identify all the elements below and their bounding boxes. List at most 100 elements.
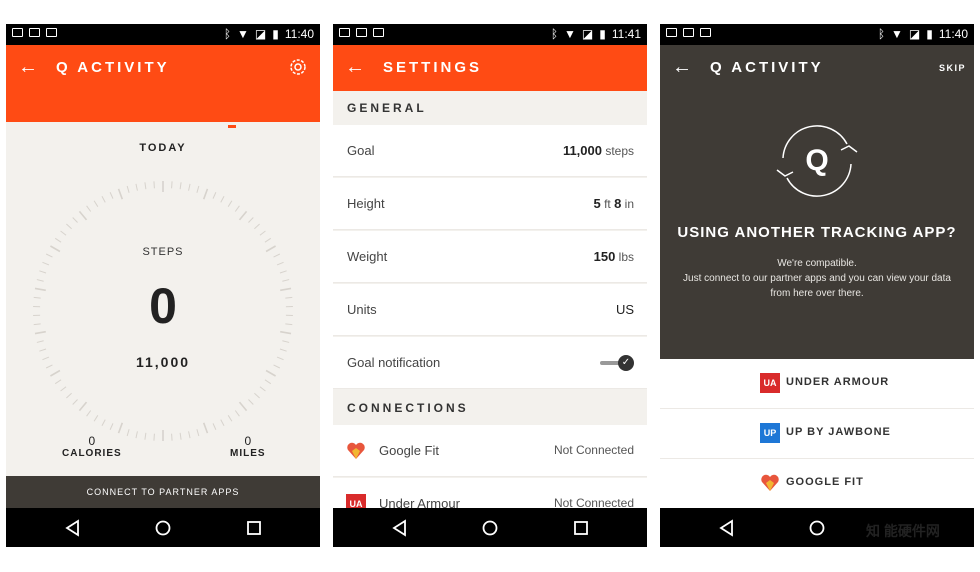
dial-tick — [66, 392, 72, 399]
dial-tick — [279, 348, 287, 352]
dial-tick — [54, 379, 62, 385]
partner-up-by-jawbone[interactable]: UP UP BY JAWBONE — [660, 409, 974, 459]
dial-tick — [202, 188, 209, 200]
dial-tick — [220, 419, 225, 427]
sync-logo-icon: Q — [776, 125, 858, 197]
setting-value: 11,000 steps — [562, 143, 634, 158]
page-title: Q ACTIVITY — [710, 59, 824, 76]
nav-recents-icon[interactable] — [243, 517, 265, 539]
dial-tick — [86, 410, 92, 417]
bluetooth-icon: ᛒ — [223, 27, 232, 41]
dial-tick — [93, 415, 99, 422]
back-arrow-icon[interactable]: ← — [18, 56, 38, 78]
section-general: GENERAL — [333, 91, 647, 125]
wifi-icon: ▼ — [891, 27, 903, 41]
dial-tick — [212, 423, 217, 430]
dial-tick — [259, 386, 266, 392]
jawbone-up-icon: UP — [760, 423, 780, 443]
dial-tick — [39, 270, 47, 274]
dial-tick — [66, 223, 72, 230]
nav-home-icon[interactable] — [479, 517, 501, 539]
dial-tick — [234, 205, 240, 212]
image-icon — [683, 28, 694, 37]
dial-tick — [109, 192, 114, 199]
setting-row-goal-notification[interactable]: Goal notification ✓ — [333, 337, 647, 389]
page-title: Q ACTIVITY — [56, 59, 170, 76]
setting-row-height[interactable]: Height 5 ft 8 in — [333, 178, 647, 230]
dial-tick — [42, 261, 50, 266]
dial-tick — [259, 230, 266, 236]
partner-under-armour[interactable]: UA UNDER ARMOUR — [660, 359, 974, 409]
section-connections: CONNECTIONS — [333, 391, 647, 425]
date-label: TODAY — [139, 142, 187, 154]
steps-label: STEPS — [142, 246, 184, 258]
setting-label: Goal notification — [347, 355, 441, 370]
back-arrow-icon[interactable]: ← — [672, 56, 692, 78]
page-title: SETTINGS — [383, 59, 483, 76]
steps-goal: 11,000 — [135, 354, 191, 370]
calories-stat: 0 CALORIES — [62, 434, 122, 459]
calories-value: 0 — [88, 434, 96, 448]
connect-partner-apps-button[interactable]: CONNECT TO PARTNER APPS — [6, 476, 320, 508]
image-icon — [356, 28, 367, 37]
dial-tick — [60, 230, 67, 236]
dial-tick — [109, 423, 114, 430]
connection-row-google-fit[interactable]: Google Fit Not Connected — [333, 425, 647, 477]
status-time: 11:40 — [284, 27, 314, 41]
dial-tick — [86, 205, 92, 212]
battery-icon: ▮ — [926, 27, 933, 41]
gear-icon[interactable] — [288, 57, 308, 77]
setting-row-goal[interactable]: Goal 11,000 steps — [333, 125, 647, 177]
setting-label: Height — [347, 196, 385, 211]
dial-tick — [60, 386, 67, 392]
wifi-icon: ▼ — [564, 27, 576, 41]
google-fit-heart-icon — [761, 474, 779, 491]
calories-label: CALORIES — [62, 448, 122, 459]
nav-back-icon[interactable] — [62, 517, 84, 539]
dial-tick — [93, 200, 99, 207]
setting-value: US — [615, 302, 634, 317]
dial-tick — [227, 200, 233, 207]
back-arrow-icon[interactable]: ← — [345, 56, 365, 78]
setting-label: Weight — [347, 249, 388, 264]
intro-panel: Q USING ANOTHER TRACKING APP? We're comp… — [660, 91, 974, 359]
dial-tick — [135, 183, 138, 191]
partner-google-fit[interactable]: GOOGLE FIT — [660, 459, 974, 509]
dial-tick — [78, 401, 88, 412]
nav-home-icon[interactable] — [806, 517, 828, 539]
dial-tick — [248, 217, 254, 223]
dial-tick — [101, 419, 106, 427]
dial-tick — [72, 217, 78, 223]
clipboard-icon — [700, 28, 711, 37]
miles-label: MILES — [230, 448, 266, 459]
dial-tick — [78, 210, 88, 221]
skip-button[interactable]: SKIP — [939, 63, 966, 73]
dial-tick — [276, 261, 284, 266]
dial-tick — [188, 431, 191, 439]
dial-tick — [179, 432, 182, 440]
section-label: CONNECTIONS — [347, 401, 469, 415]
nav-home-icon[interactable] — [152, 517, 174, 539]
setting-row-units[interactable]: Units US — [333, 284, 647, 336]
description: We're compatible. Just connect to our pa… — [683, 258, 951, 299]
status-bar: ᛒ ▼ ◪ ▮ 11:41 — [333, 24, 647, 45]
dial-tick — [238, 401, 248, 412]
nav-recents-icon[interactable] — [570, 517, 592, 539]
setting-row-weight[interactable]: Weight 150 lbs — [333, 231, 647, 283]
app-bar: ← Q ACTIVITY SKIP — [660, 45, 974, 91]
notification-icon — [339, 28, 350, 37]
dial-tick — [144, 182, 147, 190]
date-indicator — [228, 125, 236, 128]
clipboard-icon — [373, 28, 384, 37]
goal-notification-toggle[interactable]: ✓ — [600, 354, 634, 372]
dial-tick — [279, 270, 287, 274]
dial-tick — [254, 392, 260, 399]
logo-letter: Q — [805, 144, 828, 177]
battery-icon: ▮ — [599, 27, 606, 41]
dial-tick — [282, 340, 290, 343]
nav-back-icon[interactable] — [389, 517, 411, 539]
nav-back-icon[interactable] — [716, 517, 738, 539]
dial-tick — [264, 379, 272, 385]
setting-label: Goal — [347, 143, 375, 158]
wifi-icon: ▼ — [237, 27, 249, 41]
